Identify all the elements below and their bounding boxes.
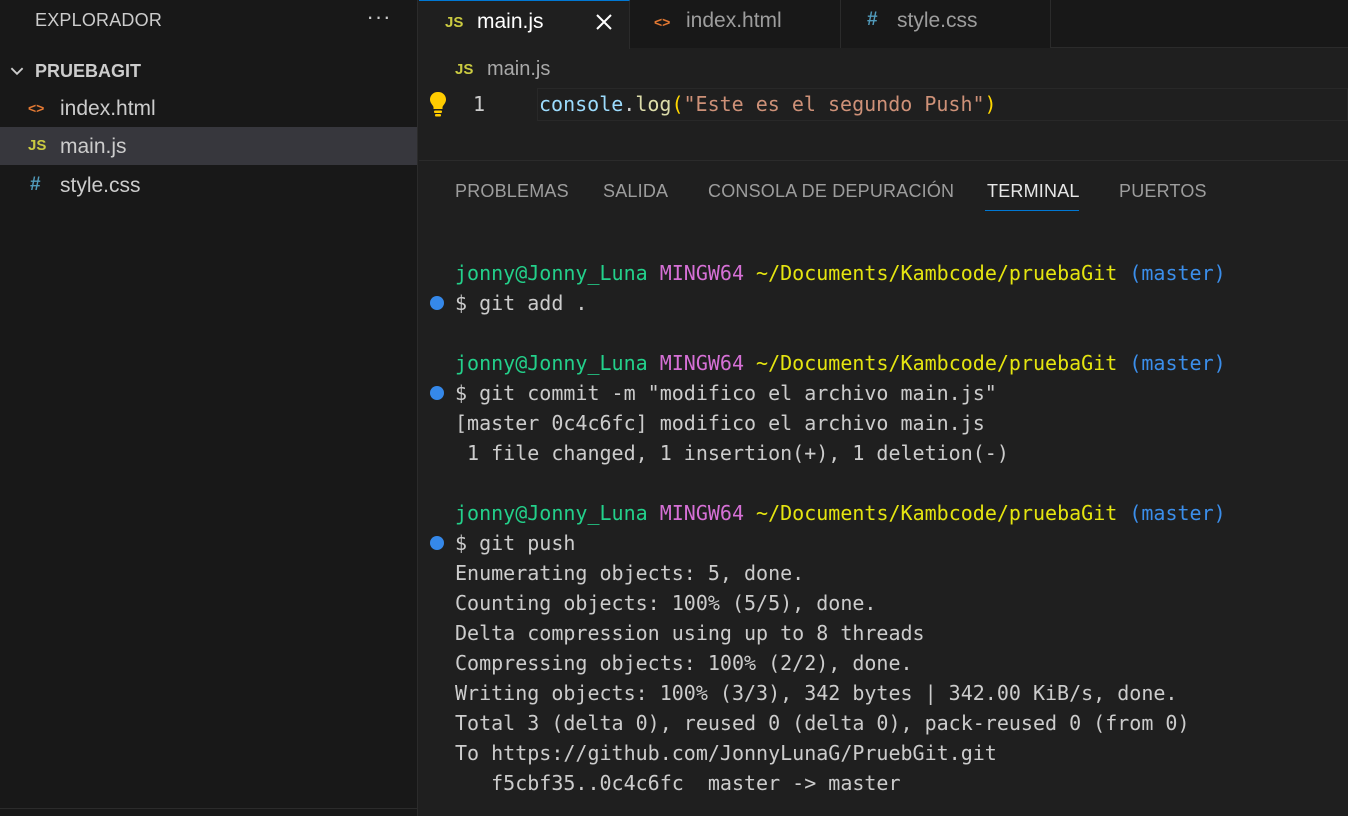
terminal-output-line: Enumerating objects: 5, done. xyxy=(455,561,805,585)
js-file-icon: JS xyxy=(455,61,474,78)
file-label: style.css xyxy=(60,174,141,197)
prompt-path: ~/Documents/Kambcode/pruebaGit xyxy=(756,351,1118,375)
tab-main-js[interactable]: JS main.js xyxy=(419,0,630,49)
prompt-env: MINGW64 xyxy=(659,351,744,375)
terminal-output-line: Counting objects: 100% (5/5), done. xyxy=(455,591,877,615)
terminal-prompt: jonny@Jonny_Luna MINGW64 ~/Documents/Kam… xyxy=(455,258,1226,288)
tab-index-html[interactable]: <> index.html xyxy=(630,0,841,48)
tab-consola-depuracion[interactable]: CONSOLA DE DEPURACIÓN xyxy=(708,181,954,202)
folder-name: PRUEBAGIT xyxy=(35,61,142,81)
prompt-branch: (master) xyxy=(1129,261,1226,285)
file-label: main.js xyxy=(60,135,127,158)
tab-bar: JS main.js <> index.html # style.css xyxy=(419,0,1348,49)
tab-puertos[interactable]: PUERTOS xyxy=(1119,181,1207,202)
folder-pruebagit[interactable]: PRUEBAGIT xyxy=(0,54,418,88)
code-string: "Este es el segundo Push" xyxy=(683,92,985,116)
prompt-path: ~/Documents/Kambcode/pruebaGit xyxy=(756,261,1118,285)
tab-label: main.js xyxy=(477,10,544,33)
css-file-icon: # xyxy=(867,9,878,30)
line-number: 1 xyxy=(472,92,486,116)
chevron-down-icon xyxy=(10,67,24,76)
code-paren-close: ) xyxy=(984,92,997,116)
divider xyxy=(0,808,418,809)
code-object: console xyxy=(539,92,624,116)
prompt-branch: (master) xyxy=(1129,351,1226,375)
js-file-icon: JS xyxy=(445,14,464,31)
editor-area: JS main.js <> index.html # style.css JS … xyxy=(419,0,1348,816)
breadcrumb-label: main.js xyxy=(487,58,551,80)
terminal-output-line: 1 file changed, 1 insertion(+), 1 deleti… xyxy=(455,441,1009,465)
prompt-user: jonny@Jonny_Luna xyxy=(455,351,648,375)
css-file-icon: # xyxy=(30,174,41,195)
close-icon[interactable] xyxy=(589,7,619,37)
terminal-prompt: jonny@Jonny_Luna MINGW64 ~/Documents/Kam… xyxy=(455,498,1226,528)
terminal-output-line: Compressing objects: 100% (2/2), done. xyxy=(455,651,913,675)
explorer-header: EXPLORADOR ··· xyxy=(0,0,418,40)
terminal-output-line: f5cbf35..0c4c6fc master -> master xyxy=(455,771,901,795)
more-actions-button[interactable]: ··· xyxy=(364,4,394,34)
terminal-command: $ git add . xyxy=(455,291,588,315)
html-file-icon: <> xyxy=(654,14,671,30)
lightbulb-icon[interactable] xyxy=(427,90,449,118)
prompt-path: ~/Documents/Kambcode/pruebaGit xyxy=(756,501,1118,525)
tab-label: index.html xyxy=(686,9,782,32)
code-dot: . xyxy=(623,92,636,116)
code-text[interactable]: console.log("Este es el segundo Push") xyxy=(539,92,997,116)
js-file-icon: JS xyxy=(28,137,47,154)
file-item-main-js[interactable]: JS main.js xyxy=(0,127,417,165)
tab-salida[interactable]: SALIDA xyxy=(603,181,668,202)
terminal-output-line: Total 3 (delta 0), reused 0 (delta 0), p… xyxy=(455,711,1190,735)
terminal-output-line: Delta compression using up to 8 threads xyxy=(455,621,925,645)
explorer-sidebar: EXPLORADOR ··· PRUEBAGIT <> index.html J… xyxy=(0,0,418,816)
command-status-icon[interactable] xyxy=(430,296,444,310)
tab-problemas[interactable]: PROBLEMAS xyxy=(455,181,569,202)
terminal-prompt: jonny@Jonny_Luna MINGW64 ~/Documents/Kam… xyxy=(455,348,1226,378)
prompt-env: MINGW64 xyxy=(659,261,744,285)
terminal-output-line: To https://github.com/JonnyLunaG/PruebGi… xyxy=(455,741,997,765)
code-paren-open: ( xyxy=(671,92,684,116)
tab-style-css[interactable]: # style.css xyxy=(841,0,1051,48)
prompt-user: jonny@Jonny_Luna xyxy=(455,501,648,525)
prompt-env: MINGW64 xyxy=(659,501,744,525)
prompt-user: jonny@Jonny_Luna xyxy=(455,261,648,285)
active-tab-indicator xyxy=(985,210,1079,211)
explorer-title: EXPLORADOR xyxy=(35,10,163,30)
terminal-output-line: Writing objects: 100% (3/3), 342 bytes |… xyxy=(455,681,1178,705)
file-item-index-html[interactable]: <> index.html xyxy=(0,89,417,127)
file-label: index.html xyxy=(60,97,156,120)
command-status-icon[interactable] xyxy=(430,536,444,550)
terminal-output-line: [master 0c4c6fc] modifico el archivo mai… xyxy=(455,411,985,435)
bottom-panel: PROBLEMAS SALIDA CONSOLA DE DEPURACIÓN T… xyxy=(419,160,1348,816)
tab-label: style.css xyxy=(897,9,978,32)
tab-terminal[interactable]: TERMINAL xyxy=(987,181,1080,202)
terminal-command: $ git commit -m "modifico el archivo mai… xyxy=(455,381,997,405)
code-function: log xyxy=(635,92,672,116)
file-item-style-css[interactable]: # style.css xyxy=(0,166,417,204)
command-status-icon[interactable] xyxy=(430,386,444,400)
code-line-1[interactable]: 1 console.log("Este es el segundo Push") xyxy=(419,88,1348,122)
prompt-branch: (master) xyxy=(1129,501,1226,525)
terminal-command: $ git push xyxy=(455,531,576,555)
vscode-window: EXPLORADOR ··· PRUEBAGIT <> index.html J… xyxy=(0,0,1348,816)
html-file-icon: <> xyxy=(28,100,45,116)
